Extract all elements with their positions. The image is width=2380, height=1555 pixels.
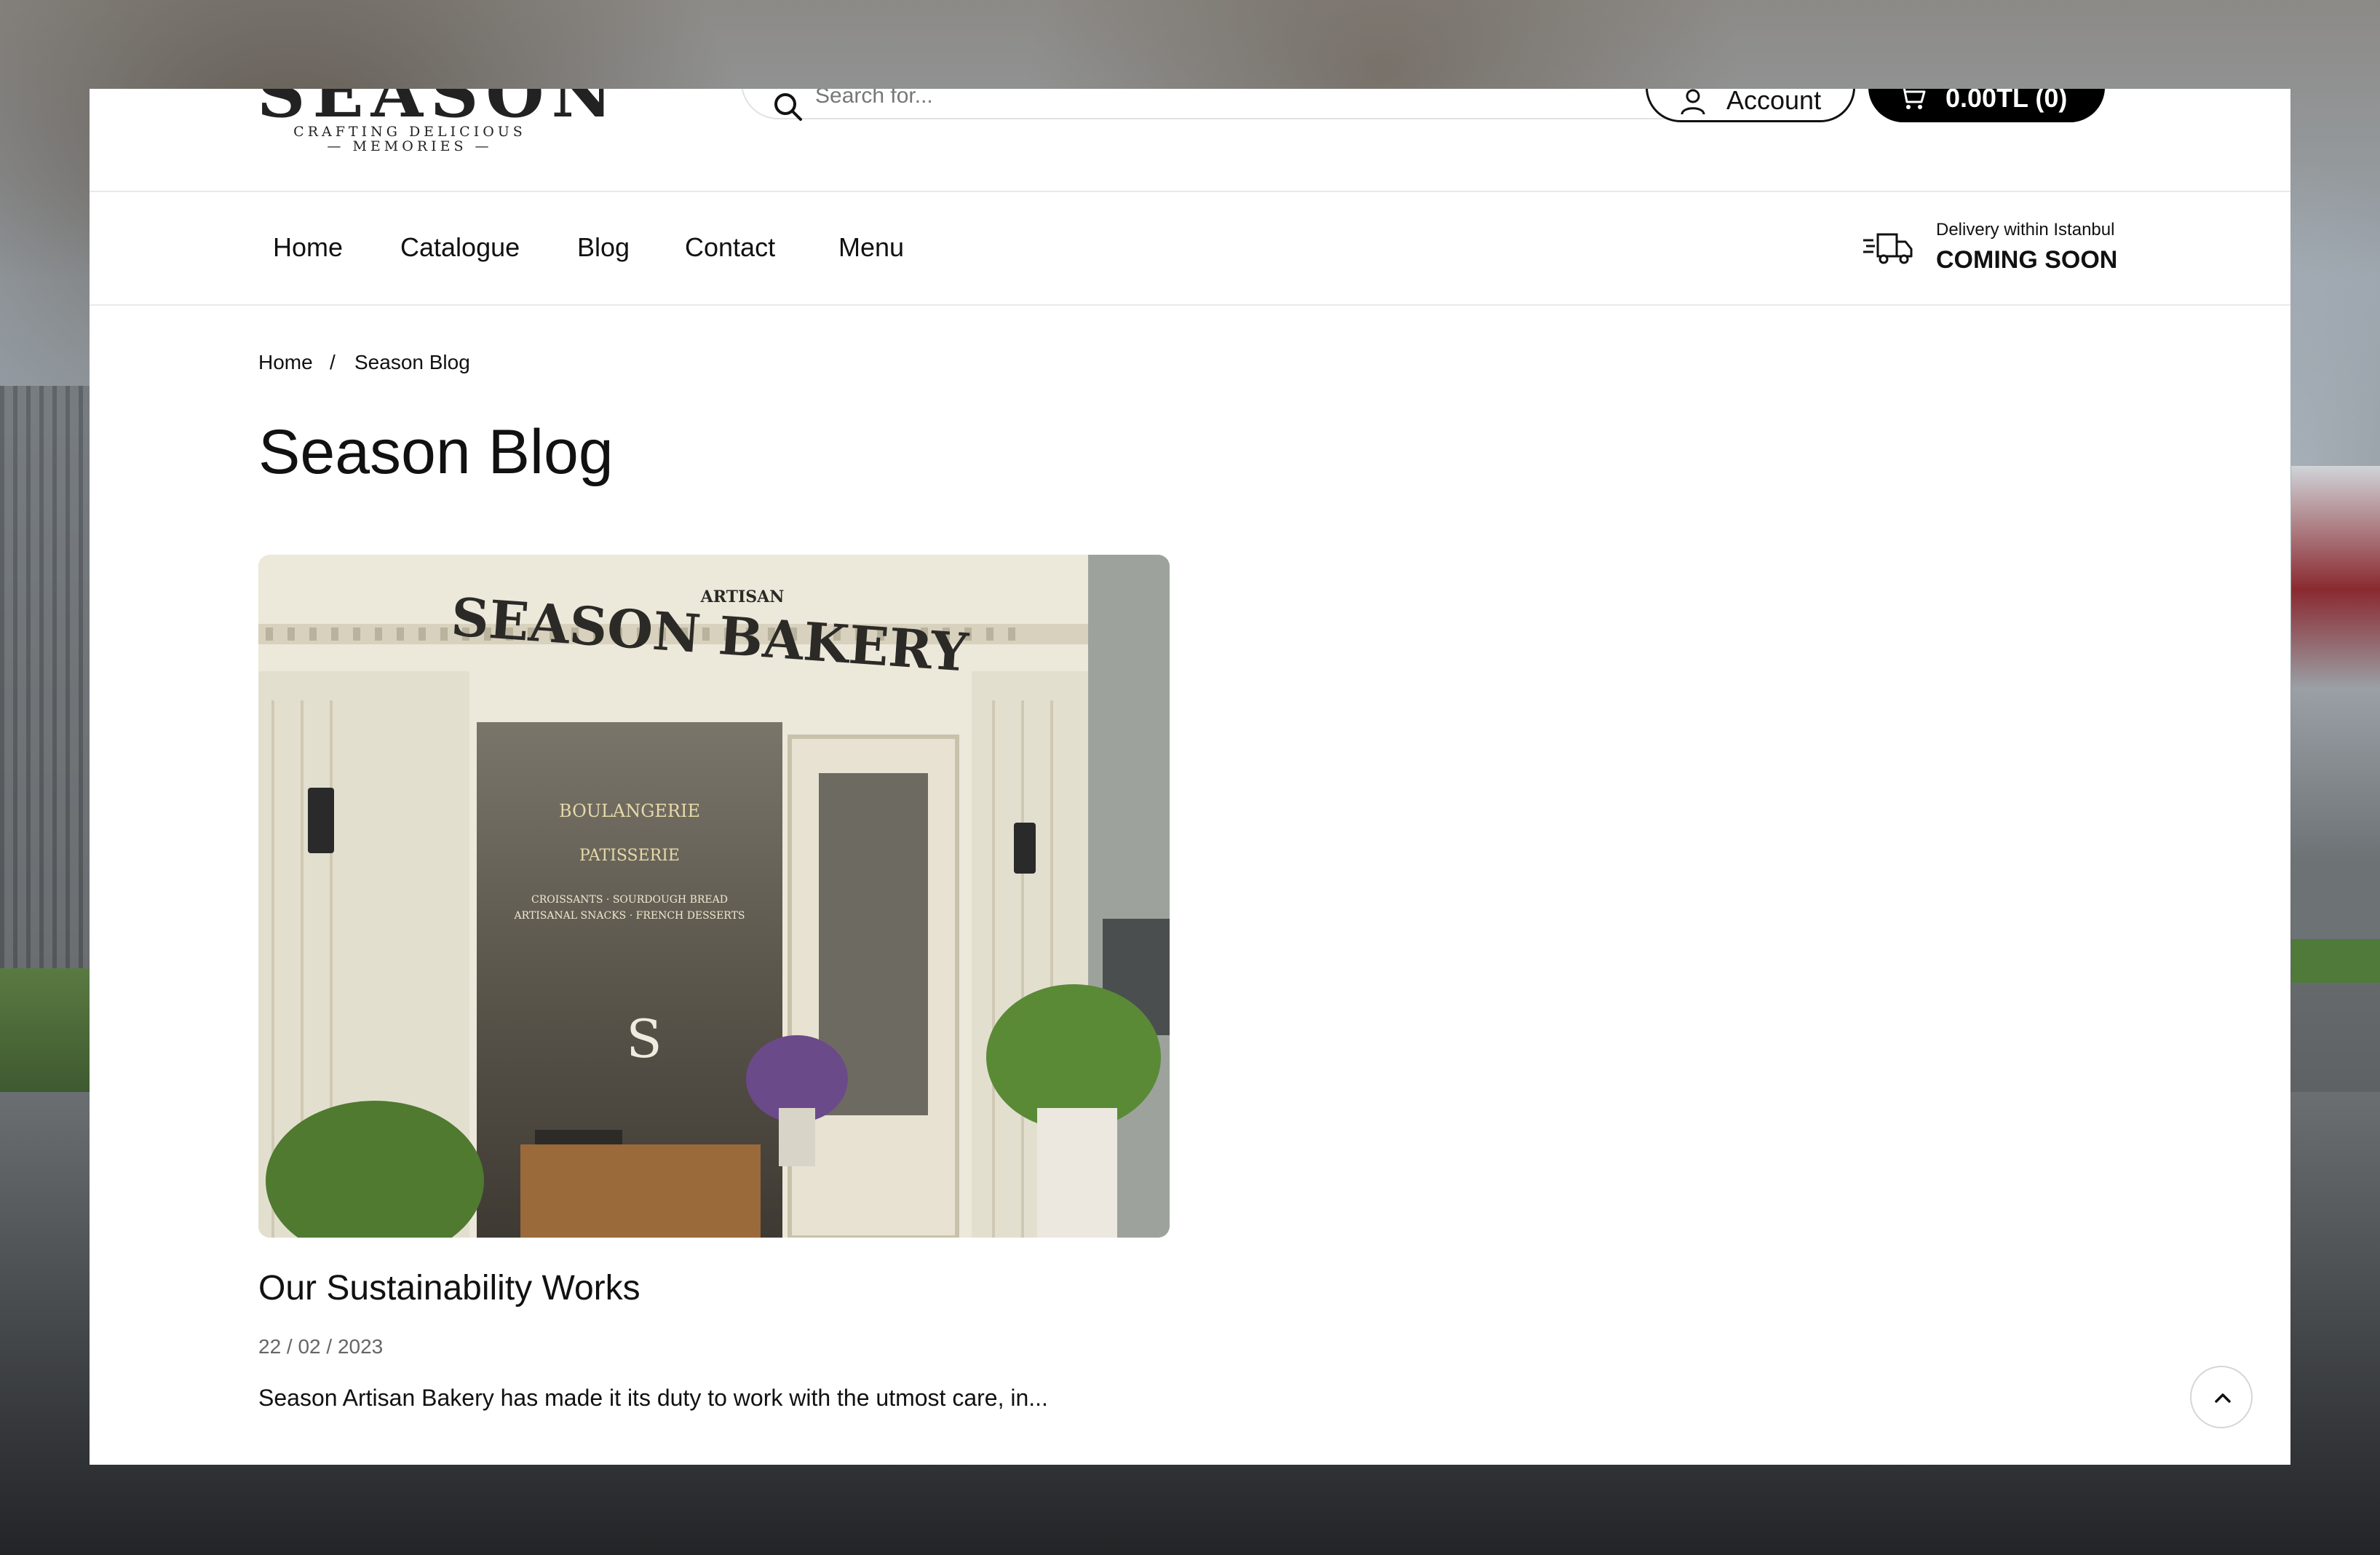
svg-text:ARTISANAL SNACKS · FRENCH DESS: ARTISANAL SNACKS · FRENCH DESSERTS bbox=[513, 910, 745, 922]
svg-text:CROISSANTS · SOURDOUGH BREAD: CROISSANTS · SOURDOUGH BREAD bbox=[531, 894, 728, 906]
bakery-storefront-image: ARTISAN SEASON BAKERY BOULANGERIE PATISS… bbox=[258, 555, 1170, 1238]
nav-home[interactable]: Home bbox=[273, 232, 343, 264]
chevron-up-icon bbox=[2215, 1393, 2231, 1403]
article-image[interactable]: ARTISAN SEASON BAKERY BOULANGERIE PATISS… bbox=[258, 555, 1170, 1238]
article-title[interactable]: Our Sustainability Works bbox=[258, 1268, 640, 1308]
search-bar[interactable] bbox=[741, 89, 1716, 121]
search-input[interactable] bbox=[815, 89, 1616, 111]
delivery-truck-icon bbox=[1863, 233, 1913, 264]
back-to-top-button[interactable] bbox=[2190, 1366, 2253, 1428]
svg-text:PATISSERIE: PATISSERIE bbox=[579, 847, 680, 865]
cart-button[interactable]: 0.00TL (0) bbox=[1868, 89, 2105, 122]
background-building bbox=[2291, 466, 2380, 961]
cart-total: 0.00TL (0) bbox=[1945, 89, 2068, 113]
delivery-caption: Delivery within Istanbul bbox=[1936, 220, 2115, 240]
delivery-status: COMING SOON bbox=[1936, 246, 2118, 274]
page-panel: SEASON CRAFTING DELICIOUS — MEMORIES — A… bbox=[90, 89, 2290, 1465]
article-date: 22 / 02 / 2023 bbox=[258, 1335, 384, 1358]
logo-tagline: CRAFTING DELICIOUS bbox=[293, 124, 526, 140]
account-button[interactable]: Account bbox=[1646, 89, 1855, 122]
nav-divider bbox=[90, 304, 2290, 306]
nav-catalogue[interactable]: Catalogue bbox=[400, 232, 520, 264]
search-icon[interactable] bbox=[771, 90, 805, 124]
nav-blog[interactable]: Blog bbox=[577, 232, 630, 264]
background-fence bbox=[0, 386, 91, 968]
brand-logo[interactable]: SEASON CRAFTING DELICIOUS — MEMORIES — bbox=[257, 89, 613, 154]
logo-wordmark: SEASON bbox=[257, 89, 620, 132]
background-grass bbox=[0, 968, 91, 1092]
svg-text:BOULANGERIE: BOULANGERIE bbox=[559, 801, 700, 821]
breadcrumb-current: Season Blog bbox=[354, 351, 470, 373]
nav-menu[interactable]: Menu bbox=[838, 232, 904, 264]
page-title: Season Blog bbox=[258, 417, 614, 487]
svg-text:S: S bbox=[626, 1008, 662, 1069]
header-divider bbox=[90, 191, 2290, 192]
logo-tagline-sub: — MEMORIES — bbox=[327, 138, 493, 154]
background-grass-right bbox=[2291, 939, 2380, 983]
breadcrumb-separator: / bbox=[330, 351, 336, 373]
cart-icon bbox=[1903, 89, 1926, 109]
breadcrumb-home[interactable]: Home bbox=[258, 351, 313, 374]
account-label: Account bbox=[1726, 89, 1822, 115]
nav-contact[interactable]: Contact bbox=[685, 232, 775, 264]
article-excerpt: Season Artisan Bakery has made it its du… bbox=[258, 1385, 1048, 1411]
user-icon bbox=[1681, 89, 1705, 115]
